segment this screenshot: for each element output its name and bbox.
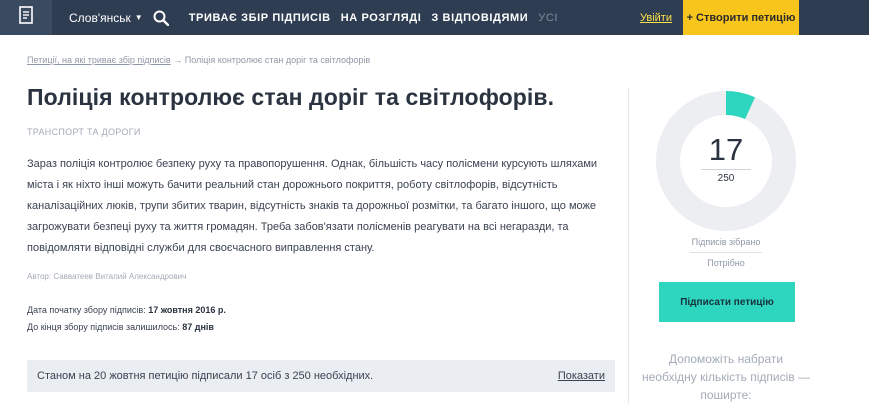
start-date-value: 17 жовтня 2016 р. [148, 305, 226, 315]
breadcrumb-current: Поліція контролює стан доріг та світлофо… [184, 55, 371, 65]
chevron-down-icon: ▼ [134, 13, 143, 22]
tab-under-review[interactable]: на розгляді [341, 12, 422, 24]
signatures-collected-label: Підписів зібрано [691, 237, 761, 247]
show-signers-link[interactable]: Показати [558, 370, 605, 382]
breadcrumb-link-collecting[interactable]: Петиції, на які триває збір підписів [27, 55, 171, 65]
login-link[interactable]: Увійти [640, 0, 672, 35]
start-date-label: Дата початку збору підписів: [27, 305, 146, 315]
signature-count: 17 [708, 132, 744, 167]
tab-answered[interactable]: з відповідями [431, 12, 528, 24]
petition-dates: Дата початку збору підписів: 17 жовтня 2… [27, 302, 226, 336]
remaining-value: 87 днів [182, 322, 214, 332]
tab-all[interactable]: усі [538, 12, 558, 24]
petition-author: Автор: Савватеев Виталий Александрович [27, 272, 187, 281]
sign-petition-button[interactable]: Підписати петицію [659, 282, 795, 322]
share-help-text: Допоможіть набрати необхідну кількість п… [642, 352, 810, 402]
home-button[interactable] [0, 0, 52, 35]
tab-collecting[interactable]: триває збір підписів [189, 12, 331, 24]
top-navigation-bar: Слов'янськ ▼ триває збір підписів на роз… [0, 0, 869, 35]
document-icon [19, 6, 33, 29]
breadcrumb-separator: → [173, 55, 183, 65]
signatures-status-bar: Станом на 20 жовтня петицію підписали 17… [27, 360, 615, 392]
city-selector[interactable]: Слов'янськ ▼ [69, 11, 143, 25]
signatures-status-text: Станом на 20 жовтня петицію підписали 17… [37, 370, 374, 382]
topbar-spacer [799, 0, 869, 35]
search-icon[interactable] [151, 8, 171, 28]
petition-body: Зараз поліція контролює безпеку руху та … [27, 158, 598, 254]
remaining-label: До кінця збору підписів залишилось: [27, 322, 180, 332]
gauge-separator [701, 169, 751, 170]
start-date-row: Дата початку збору підписів: 17 жовтня 2… [27, 302, 226, 319]
petition-category: Транспорт та дороги [27, 127, 141, 137]
remaining-row: До кінця збору підписів залишилось: 87 д… [27, 319, 226, 336]
needed-separator [690, 252, 762, 253]
breadcrumb: Петиції, на які триває збір підписів → П… [27, 55, 370, 65]
city-label: Слов'янськ [69, 10, 131, 25]
create-petition-button[interactable]: + Створити петицію [683, 0, 799, 35]
signatures-needed-label: Потрібно [707, 258, 745, 268]
signature-target: 250 [717, 173, 735, 184]
sidebar-divider [628, 88, 629, 403]
petition-filter-tabs: триває збір підписів на розгляді з відпо… [189, 12, 568, 24]
page-title: Поліція контролює стан доріг та світлофо… [27, 84, 555, 110]
